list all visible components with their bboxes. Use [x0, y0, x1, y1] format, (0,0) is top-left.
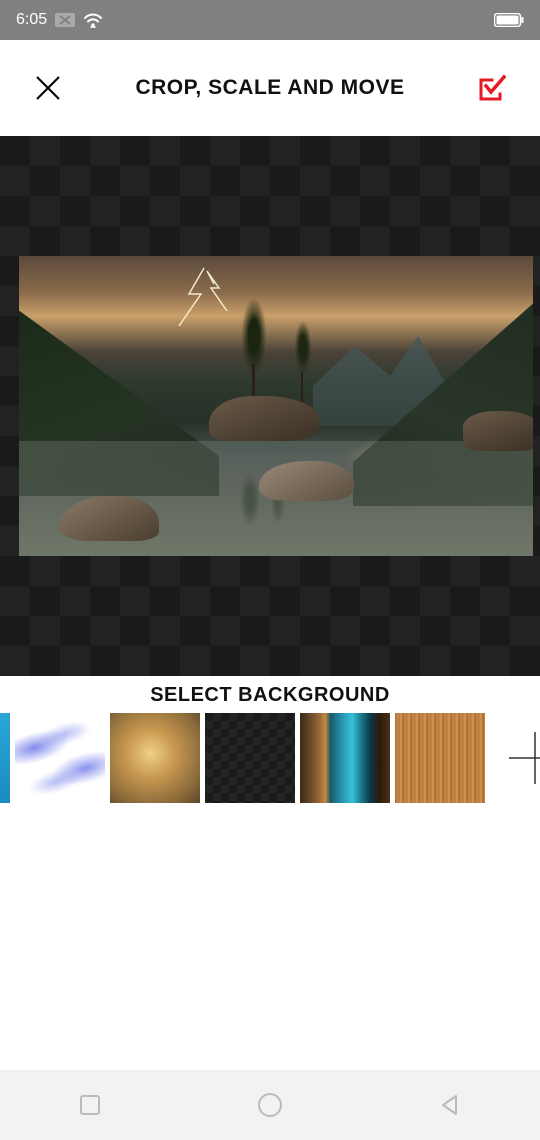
background-thumb-4[interactable] — [300, 713, 390, 803]
square-icon — [78, 1093, 102, 1117]
background-thumb-5[interactable] — [395, 713, 485, 803]
close-button[interactable] — [28, 68, 68, 108]
background-strip[interactable] — [0, 713, 540, 803]
system-nav-bar — [0, 1070, 540, 1140]
page-title: CROP, SCALE AND MOVE — [135, 76, 404, 100]
checkbox-checked-icon — [478, 74, 506, 102]
background-thumb-2[interactable] — [110, 713, 200, 803]
nav-recent-button[interactable] — [65, 1080, 115, 1130]
wifi-icon — [83, 12, 103, 28]
status-time: 6:05 — [16, 11, 47, 29]
triangle-back-icon — [438, 1093, 462, 1117]
status-bar: 6:05 — [0, 0, 540, 40]
add-background-button[interactable] — [490, 713, 540, 803]
background-thumb-3[interactable] — [205, 713, 295, 803]
nav-home-button[interactable] — [245, 1080, 295, 1130]
editor-canvas[interactable] — [0, 136, 540, 676]
confirm-button[interactable] — [472, 68, 512, 108]
app-header: CROP, SCALE AND MOVE — [0, 40, 540, 136]
circle-icon — [256, 1091, 284, 1119]
no-sim-icon — [55, 13, 75, 27]
nav-back-button[interactable] — [425, 1080, 475, 1130]
select-background-label: SELECT BACKGROUND — [0, 676, 540, 713]
background-thumb-1[interactable] — [15, 713, 105, 803]
battery-icon — [494, 13, 524, 27]
lightning-graphic — [159, 266, 239, 346]
status-left: 6:05 — [16, 11, 103, 29]
plus-icon — [507, 730, 540, 786]
close-icon — [33, 73, 63, 103]
editor-image[interactable] — [19, 256, 533, 556]
background-thumb-0[interactable] — [0, 713, 10, 803]
